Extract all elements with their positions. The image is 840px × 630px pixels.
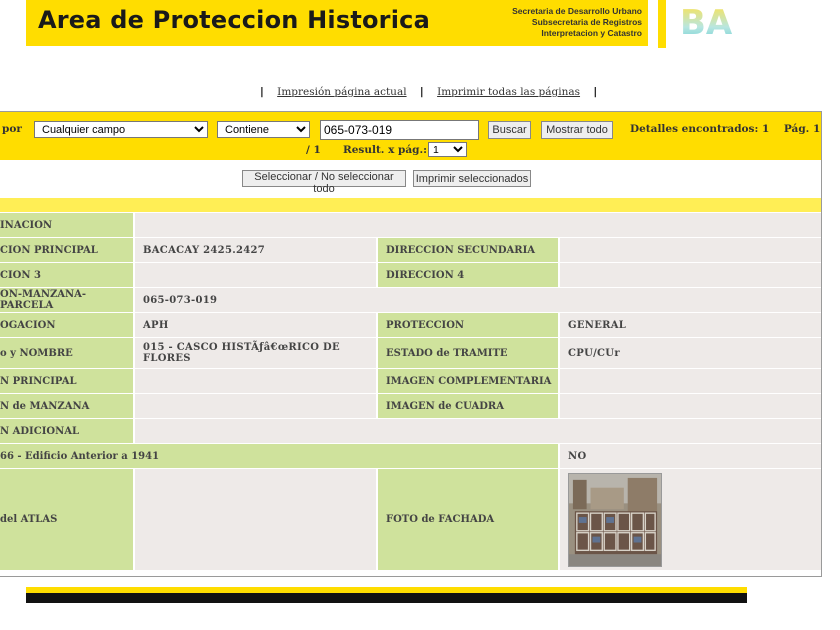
search-field-select[interactable]: Cualquier campo — [34, 121, 208, 138]
table-row: CION PRINCIPAL BACACAY 2425.2427 DIRECCI… — [0, 238, 821, 263]
header-subtitle-line-3: Interpretacion y Catastro — [541, 28, 642, 38]
table-row: OGACION APH PROTECCION GENERAL — [0, 313, 821, 338]
print-selected-button[interactable]: Imprimir seleccionados — [413, 170, 531, 187]
print-all-pages-link[interactable]: Imprimir todas las páginas — [437, 86, 580, 98]
table-row: N PRINCIPAL IMAGEN COMPLEMENTARIA — [0, 369, 821, 394]
field-label-direccion-principal: CION PRINCIPAL — [0, 238, 133, 262]
field-label-nombre: o y NOMBRE — [0, 338, 133, 368]
field-label-seccion-manzana-parcela: ON-MANZANA-PARCELA — [0, 288, 133, 312]
header-subtitle-line-2: Subsecretaria de Registros — [531, 17, 642, 27]
field-label-direccion-secundaria: DIRECCION SECUNDARIA — [378, 238, 558, 262]
field-value-direccion-principal: BACACAY 2425.2427 — [135, 238, 376, 262]
field-value-imagen-manzana — [135, 394, 376, 418]
field-value-atlas — [135, 469, 376, 570]
select-all-button[interactable]: Seleccionar / No seleccionar todo — [242, 170, 406, 195]
field-label-denominacion: INACION — [0, 213, 133, 237]
print-links: | Impresión página actual | Imprimir tod… — [250, 86, 607, 98]
record-header-band — [0, 198, 821, 212]
field-label-proteccion: PROTECCION — [378, 313, 558, 337]
table-row: ON-MANZANA-PARCELA 065-073-019 — [0, 288, 821, 313]
table-row: o y NOMBRE 015 - CASCO HISTÃƒâ€œRICO DE … — [0, 338, 821, 369]
field-value-edificio-anterior: NO — [560, 444, 821, 468]
details-found-count: Detalles encontrados: 1 — [630, 123, 770, 135]
field-value-foto-fachada — [560, 469, 821, 570]
separator: | — [260, 86, 264, 98]
field-value-direccion-3 — [135, 263, 376, 287]
results-per-page-select[interactable]: 1 — [428, 142, 467, 157]
record-grid: INACION CION PRINCIPAL BACACAY 2425.2427… — [0, 213, 821, 571]
field-value-imagen-adicional — [135, 419, 821, 443]
field-label-imagen-adicional: N ADICIONAL — [0, 419, 133, 443]
header-divider — [658, 0, 666, 48]
search-input[interactable] — [320, 120, 479, 140]
table-row: INACION — [0, 213, 821, 238]
field-value-denominacion — [135, 213, 821, 237]
footer-black-bar — [26, 593, 747, 603]
ba-logo: BA — [680, 4, 733, 40]
facade-photo-thumbnail[interactable] — [568, 472, 662, 567]
field-value-imagen-cuadra — [560, 394, 821, 418]
table-row: N de MANZANA IMAGEN de CUADRA — [0, 394, 821, 419]
header-banner: Area de Proteccion Historica Secretaria … — [26, 0, 648, 46]
separator: | — [593, 86, 598, 98]
field-label-foto-fachada: FOTO de FACHADA — [378, 469, 558, 570]
header-subtitle-line-1: Secretaria de Desarrollo Urbano — [512, 6, 642, 16]
results-frame: por Cualquier campo Contiene Buscar Most… — [0, 111, 822, 577]
field-label-imagen-principal: N PRINCIPAL — [0, 369, 133, 393]
field-value-nombre: 015 - CASCO HISTÃƒâ€œRICO DE FLORES — [135, 338, 376, 368]
field-label-estado-tramite: ESTADO de TRAMITE — [378, 338, 558, 368]
field-value-proteccion: GENERAL — [560, 313, 821, 337]
print-current-page-link[interactable]: Impresión página actual — [277, 86, 406, 98]
field-value-imagen-principal — [135, 369, 376, 393]
page-indicator: Pág. 1 — [783, 123, 821, 135]
field-value-direccion-4 — [560, 263, 821, 287]
field-label-catalogacion: OGACION — [0, 313, 133, 337]
ba-logo-text: BA — [680, 4, 733, 40]
page-title: Area de Proteccion Historica — [38, 6, 430, 34]
field-value-seccion-manzana-parcela: 065-073-019 — [135, 288, 821, 312]
table-row: CION 3 DIRECCION 4 — [0, 263, 821, 288]
header-subtitle: Secretaria de Desarrollo Urbano Subsecre… — [512, 6, 642, 39]
table-row: 66 - Edificio Anterior a 1941 NO — [0, 444, 821, 469]
results-summary: Detalles encontrados: 1 Pág. 1 — [630, 123, 820, 135]
page: Area de Proteccion Historica Secretaria … — [0, 0, 840, 630]
field-label-atlas: del ATLAS — [0, 469, 133, 570]
results-per-page-label: Result. x pág.: — [343, 144, 428, 156]
show-all-button[interactable]: Mostrar todo — [541, 121, 613, 139]
separator: | — [419, 86, 424, 98]
field-value-estado-tramite: CPU/CUr — [560, 338, 821, 368]
field-label-imagen-manzana: N de MANZANA — [0, 394, 133, 418]
field-label-direccion-3: CION 3 — [0, 263, 133, 287]
search-operator-select[interactable]: Contiene — [217, 121, 310, 138]
field-value-imagen-complementaria — [560, 369, 821, 393]
field-label-direccion-4: DIRECCION 4 — [378, 263, 558, 287]
search-button[interactable]: Buscar — [488, 121, 531, 139]
table-row: N ADICIONAL — [0, 419, 821, 444]
table-row: del ATLAS FOTO de FACHADA — [0, 469, 821, 571]
field-value-catalogacion: APH — [135, 313, 376, 337]
search-by-label: por — [2, 123, 22, 135]
field-label-edificio-anterior: 66 - Edificio Anterior a 1941 — [0, 444, 558, 468]
field-label-imagen-cuadra: IMAGEN de CUADRA — [378, 394, 558, 418]
search-bar: por Cualquier campo Contiene Buscar Most… — [0, 112, 821, 160]
field-value-direccion-secundaria — [560, 238, 821, 262]
page-total: / 1 — [306, 144, 321, 156]
field-label-imagen-complementaria: IMAGEN COMPLEMENTARIA — [378, 369, 558, 393]
